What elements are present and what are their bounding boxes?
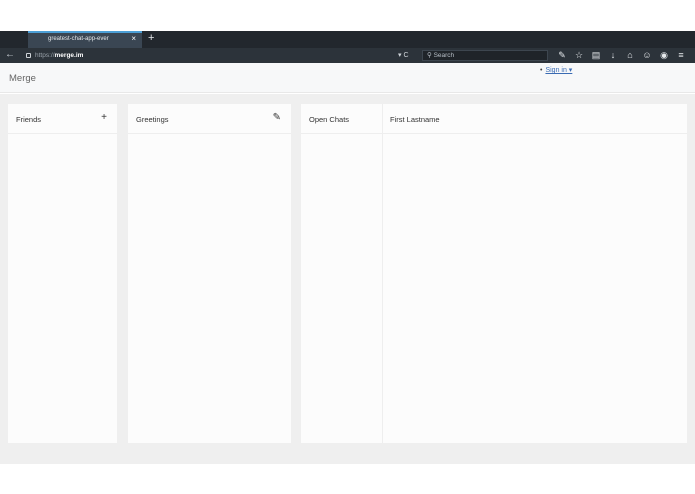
url-host: merge.im: [54, 52, 84, 59]
open-chats-title: Open Chats: [309, 115, 350, 124]
signin-link[interactable]: Sign in ▾: [545, 67, 572, 74]
chats-panel: Open Chats First Lastname: [301, 104, 687, 443]
search-placeholder: Search: [433, 52, 455, 59]
app-header: Merge • Sign in ▾: [0, 63, 695, 93]
home-icon[interactable]: ⌂: [624, 49, 636, 62]
browser-nav-bar: ← https://merge.im ▾ C ⚲ Search ✎ ☆ ▤ ↓ …: [0, 48, 695, 63]
app-brand[interactable]: Merge: [9, 73, 36, 84]
active-chat-name: First Lastname: [390, 115, 440, 124]
signin-menu: • Sign in ▾: [540, 66, 572, 74]
url-dropdown-reload-icon[interactable]: ▾ C: [398, 50, 409, 61]
star-icon[interactable]: ☆: [573, 49, 585, 62]
browser-toolbar: ✎ ☆ ▤ ↓ ⌂ ☺ ◉ ≡: [556, 49, 687, 62]
back-arrow-icon[interactable]: ←: [5, 49, 15, 61]
wrench-icon[interactable]: ✎: [556, 49, 568, 62]
address-bar[interactable]: https://merge.im: [20, 50, 420, 61]
chats-panel-header: Open Chats First Lastname: [301, 104, 687, 134]
screen-top-margin: [0, 0, 695, 31]
tab-title: greatest-chat-app-ever: [48, 36, 109, 42]
shield-icon[interactable]: ◉: [658, 49, 670, 62]
browser-search-input[interactable]: ⚲ Search: [422, 50, 548, 61]
download-icon[interactable]: ↓: [607, 49, 619, 62]
clipboard-icon[interactable]: ▤: [590, 49, 602, 62]
greetings-title: Greetings: [136, 115, 169, 124]
chats-divider: [382, 104, 383, 443]
friends-panel-header: Friends +: [8, 104, 117, 134]
greetings-panel-header: Greetings ✎: [128, 104, 291, 134]
search-icon: ⚲: [427, 52, 432, 59]
menu-icon[interactable]: ≡: [675, 49, 687, 62]
close-tab-icon[interactable]: ×: [131, 35, 136, 43]
friends-panel: Friends +: [8, 104, 117, 443]
signin-bullet: •: [540, 67, 543, 74]
browser-tab-active[interactable]: greatest-chat-app-ever ×: [28, 31, 142, 48]
friends-title: Friends: [16, 115, 42, 124]
new-tab-button[interactable]: +: [148, 33, 154, 44]
compose-greeting-button[interactable]: ✎: [273, 113, 281, 123]
url-scheme: https://: [35, 52, 55, 59]
greetings-panel: Greetings ✎: [128, 104, 291, 443]
lock-icon: [26, 52, 31, 58]
smiley-icon[interactable]: ☺: [641, 49, 653, 62]
add-friend-button[interactable]: +: [101, 113, 107, 123]
